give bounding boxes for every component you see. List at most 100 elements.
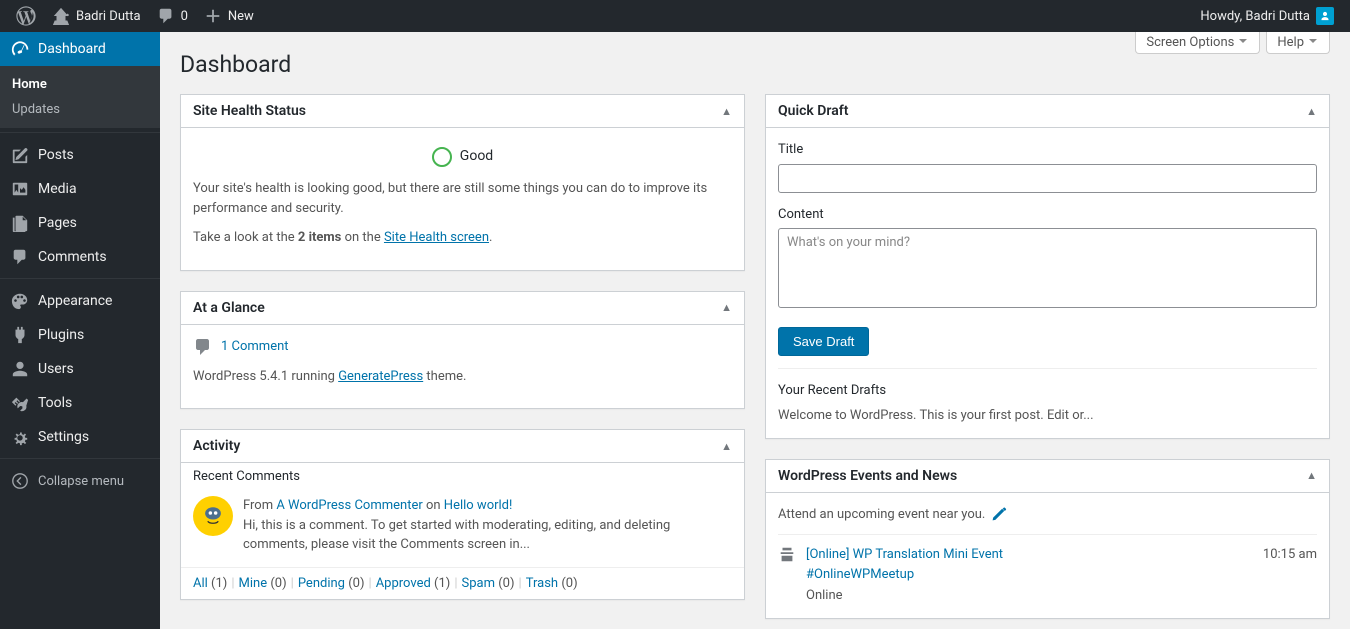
dashboard-submenu: Home Updates bbox=[0, 66, 160, 128]
new-label: New bbox=[228, 9, 254, 24]
toggle-icon[interactable]: ▲ bbox=[1306, 105, 1317, 118]
site-name-link[interactable]: Badri Dutta bbox=[44, 0, 149, 32]
collapse-menu[interactable]: Collapse menu bbox=[0, 464, 160, 498]
sidebar-item-dashboard[interactable]: Dashboard bbox=[0, 32, 160, 66]
recent-drafts-header: Your Recent Drafts bbox=[778, 368, 1317, 401]
users-icon bbox=[10, 359, 30, 379]
comment-meta: From A WordPress Commenter on Hello worl… bbox=[243, 496, 732, 516]
save-draft-button[interactable]: Save Draft bbox=[778, 327, 869, 356]
filter-spam[interactable]: Spam bbox=[462, 576, 499, 591]
site-health-screen-link[interactable]: Site Health screen bbox=[384, 230, 489, 245]
howdy-link[interactable]: Howdy, Badri Dutta bbox=[1192, 0, 1342, 32]
plugins-icon bbox=[10, 325, 30, 345]
sidebar-item-label: Posts bbox=[38, 147, 74, 163]
event-time: 10:15 am bbox=[1263, 545, 1317, 606]
toggle-icon[interactable]: ▲ bbox=[1306, 469, 1317, 482]
sidebar-item-label: Appearance bbox=[38, 293, 112, 309]
admin-sidebar: Dashboard Home Updates Posts Media Pages… bbox=[0, 32, 160, 629]
meetup-icon bbox=[778, 545, 796, 606]
filter-all[interactable]: All bbox=[193, 576, 211, 591]
toggle-icon[interactable]: ▲ bbox=[721, 440, 732, 453]
pages-icon bbox=[10, 213, 30, 233]
submenu-updates[interactable]: Updates bbox=[0, 97, 160, 122]
quick-draft-header: Quick Draft bbox=[778, 103, 848, 119]
sidebar-item-plugins[interactable]: Plugins bbox=[0, 318, 160, 352]
recent-comments-header: Recent Comments bbox=[181, 463, 744, 484]
comment-post-link[interactable]: Hello world! bbox=[444, 498, 513, 513]
main-content: Screen Options Help Dashboard Site Healt… bbox=[160, 32, 1350, 629]
sidebar-item-pages[interactable]: Pages bbox=[0, 206, 160, 240]
howdy-text: Howdy, Badri Dutta bbox=[1200, 9, 1310, 24]
sidebar-item-users[interactable]: Users bbox=[0, 352, 160, 386]
wp-logo[interactable] bbox=[8, 0, 44, 32]
sidebar-item-posts[interactable]: Posts bbox=[0, 138, 160, 172]
sidebar-item-label: Settings bbox=[38, 429, 89, 445]
commenter-avatar-icon bbox=[193, 496, 233, 536]
sidebar-item-label: Media bbox=[38, 181, 77, 197]
admin-toolbar: Badri Dutta 0 New Howdy, Badri Dutta bbox=[0, 0, 1350, 32]
sidebar-item-comments[interactable]: Comments bbox=[0, 240, 160, 274]
health-look: Take a look at the 2 items on the Site H… bbox=[193, 228, 732, 248]
glance-version: WordPress 5.4.1 running GeneratePress th… bbox=[193, 367, 732, 387]
screen-options-button[interactable]: Screen Options bbox=[1135, 32, 1260, 54]
collapse-icon bbox=[10, 471, 30, 491]
filter-mine[interactable]: Mine bbox=[239, 576, 271, 591]
sidebar-item-label: Users bbox=[38, 361, 74, 377]
sidebar-item-media[interactable]: Media bbox=[0, 172, 160, 206]
filter-trash[interactable]: Trash bbox=[526, 576, 562, 591]
health-desc: Your site's health is looking good, but … bbox=[193, 179, 732, 218]
event-link[interactable]: [Online] WP Translation Mini Event#Onlin… bbox=[806, 545, 1253, 584]
collapse-label: Collapse menu bbox=[38, 474, 124, 489]
comments-icon bbox=[10, 247, 30, 267]
events-attend-text: Attend an upcoming event near you. bbox=[778, 505, 985, 525]
tools-icon bbox=[10, 393, 30, 413]
filter-approved[interactable]: Approved bbox=[376, 576, 434, 591]
event-row: [Online] WP Translation Mini Event#Onlin… bbox=[778, 534, 1317, 606]
dashboard-icon bbox=[10, 39, 30, 59]
health-status-label: Good bbox=[460, 146, 493, 167]
media-icon bbox=[10, 179, 30, 199]
appearance-icon bbox=[10, 291, 30, 311]
comment-row: From A WordPress Commenter on Hello worl… bbox=[181, 484, 744, 567]
comment-excerpt: Hi, this is a comment. To get started wi… bbox=[243, 516, 732, 555]
site-health-header: Site Health Status bbox=[193, 103, 306, 119]
edit-location-icon[interactable] bbox=[991, 506, 1007, 522]
events-header: WordPress Events and News bbox=[778, 468, 957, 484]
toggle-icon[interactable]: ▲ bbox=[721, 105, 732, 118]
content-textarea[interactable] bbox=[778, 228, 1317, 308]
activity-box: Activity ▲ Recent Comments From A WordPr… bbox=[180, 429, 745, 600]
sidebar-item-label: Comments bbox=[38, 249, 107, 265]
comment-filters: All (1)|Mine (0)|Pending (0)|Approved (1… bbox=[181, 567, 744, 599]
toggle-icon[interactable]: ▲ bbox=[721, 301, 732, 314]
commenter-link[interactable]: A WordPress Commenter bbox=[276, 498, 422, 513]
recent-draft-item: Welcome to WordPress. This is your first… bbox=[778, 406, 1317, 426]
at-a-glance-header: At a Glance bbox=[193, 300, 265, 316]
events-box: WordPress Events and News ▲ Attend an up… bbox=[765, 459, 1330, 619]
help-button[interactable]: Help bbox=[1266, 32, 1330, 54]
glance-comment-link[interactable]: 1 Comment bbox=[221, 337, 289, 357]
health-status-circle-icon bbox=[432, 147, 452, 167]
sidebar-item-label: Plugins bbox=[38, 327, 84, 343]
site-name: Badri Dutta bbox=[76, 9, 141, 24]
site-health-box: Site Health Status ▲ Good Your site's he… bbox=[180, 94, 745, 271]
filter-pending[interactable]: Pending bbox=[298, 576, 348, 591]
comments-count: 0 bbox=[181, 9, 188, 24]
sidebar-item-appearance[interactable]: Appearance bbox=[0, 284, 160, 318]
sidebar-item-label: Dashboard bbox=[38, 41, 106, 57]
comments-link[interactable]: 0 bbox=[149, 0, 196, 32]
comment-icon bbox=[193, 337, 213, 357]
theme-link[interactable]: GeneratePress bbox=[338, 369, 423, 384]
quick-draft-box: Quick Draft ▲ Title Content Save Draft bbox=[765, 94, 1330, 439]
content-label: Content bbox=[778, 205, 1317, 225]
title-label: Title bbox=[778, 140, 1317, 160]
activity-header: Activity bbox=[193, 438, 240, 454]
sidebar-item-tools[interactable]: Tools bbox=[0, 386, 160, 420]
at-a-glance-box: At a Glance ▲ 1 Comment WordPress 5.4.1 … bbox=[180, 291, 745, 410]
sidebar-item-settings[interactable]: Settings bbox=[0, 420, 160, 454]
sidebar-item-label: Pages bbox=[38, 215, 77, 231]
event-location: Online bbox=[806, 586, 1253, 606]
posts-icon bbox=[10, 145, 30, 165]
title-input[interactable] bbox=[778, 164, 1317, 193]
submenu-home[interactable]: Home bbox=[0, 72, 160, 97]
new-content-link[interactable]: New bbox=[196, 0, 262, 32]
